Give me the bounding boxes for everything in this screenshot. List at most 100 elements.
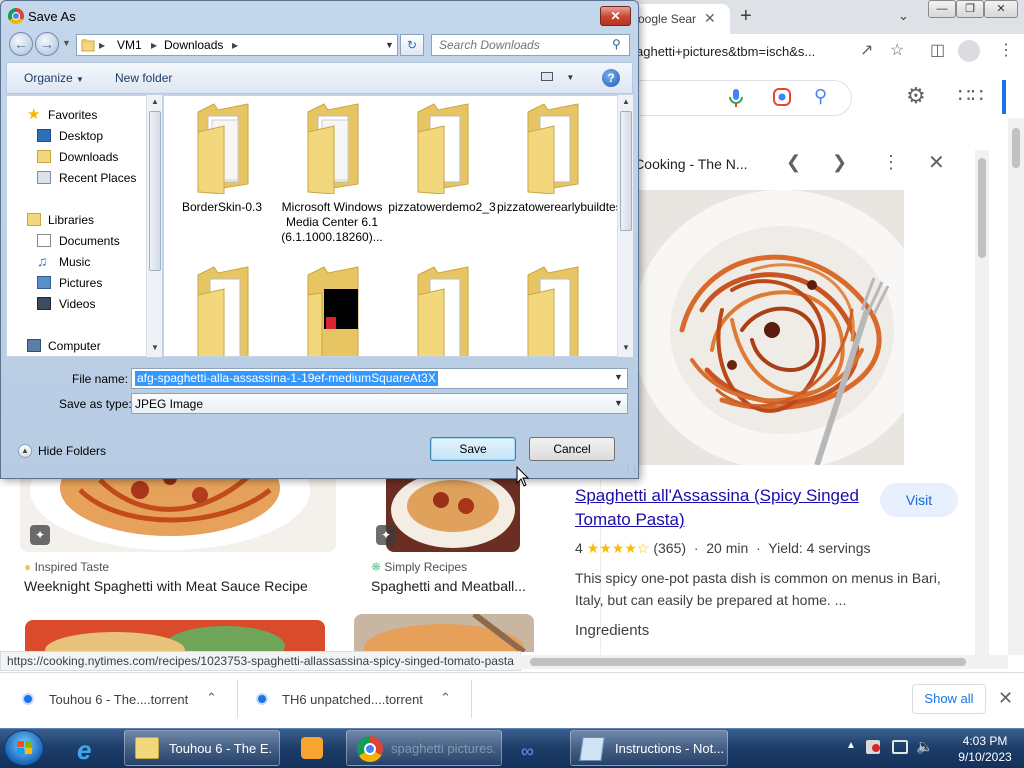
search-input[interactable] <box>432 35 607 55</box>
side-panel-icon[interactable]: ◫ <box>930 40 945 60</box>
nav-pane-scrollbar[interactable]: ▲ ▼ <box>146 95 162 357</box>
horizontal-scrollbar[interactable] <box>520 655 1008 669</box>
file-name-selected-text[interactable]: afg-spaghetti-alla-assassina-1-19ef-medi… <box>135 371 438 386</box>
scroll-up-icon[interactable]: ▲ <box>151 97 159 106</box>
breadcrumb-downloads[interactable]: Downloads <box>164 38 223 52</box>
search-downloads-field[interactable]: ⚲ <box>431 34 630 56</box>
nav-computer[interactable]: Computer <box>7 337 147 355</box>
dialog-close-button[interactable]: ✕ <box>600 6 631 26</box>
network-icon[interactable] <box>892 740 908 754</box>
share-icon[interactable]: ↗ <box>860 40 873 60</box>
nav-recent-places[interactable]: Recent Places <box>7 169 147 187</box>
taskbar-app[interactable]: ∞ <box>508 730 564 766</box>
result-caption[interactable]: Weeknight Spaghetti with Meat Sauce Reci… <box>24 578 308 594</box>
help-icon[interactable]: ? <box>602 69 620 87</box>
search-icon[interactable]: ⚲ <box>612 37 621 51</box>
address-breadcrumb[interactable]: ▸ VM1 ▸ Downloads ▸ ▼ <box>76 34 398 56</box>
save-as-type-select[interactable]: JPEG Image ▼ <box>131 393 628 414</box>
pasta-preview-image[interactable] <box>612 190 904 465</box>
bookmark-star-icon[interactable]: ☆ <box>890 40 904 60</box>
tray-expand-icon[interactable]: ▲ <box>846 740 856 751</box>
show-all-downloads-button[interactable]: Show all <box>912 684 986 714</box>
back-arrow-icon[interactable]: ← <box>9 32 33 56</box>
organize-menu-button[interactable]: Organize ▼ <box>24 71 84 85</box>
tab-search-chevron-icon[interactable]: ⌄ <box>898 8 909 24</box>
result-thumbnail[interactable] <box>354 614 534 652</box>
window-close-button[interactable]: ✕ <box>984 0 1018 18</box>
result-title-link[interactable]: Spaghetti all'Assassina (Spicy Singed To… <box>575 484 865 532</box>
breadcrumb-separator[interactable]: ▸ <box>99 38 105 52</box>
folder-item[interactable]: pizzatowerearlybuildtest_v211 <box>497 96 632 256</box>
breadcrumb-separator[interactable]: ▸ <box>232 38 238 52</box>
clock-date[interactable]: 9/10/2023 <box>950 750 1020 764</box>
result-thumbnail[interactable] <box>386 470 520 552</box>
folder-item[interactable] <box>497 259 607 356</box>
chevron-down-icon[interactable]: ▼ <box>614 398 623 408</box>
file-list-scrollbar[interactable]: ▲ ▼ <box>617 95 633 357</box>
chevron-down-icon[interactable]: ▼ <box>614 372 623 382</box>
voice-search-icon[interactable] <box>728 88 744 111</box>
download-item-name[interactable]: Touhou 6 - The....torrent <box>49 692 188 707</box>
taskbar-chrome[interactable]: spaghetti pictures... <box>346 730 502 766</box>
panel-source-title[interactable]: T Cooking - The N... <box>622 156 748 172</box>
result-thumbnail[interactable] <box>20 470 336 552</box>
folder-item[interactable] <box>167 259 277 356</box>
scroll-down-icon[interactable]: ▼ <box>622 343 630 352</box>
profile-avatar-icon[interactable] <box>958 40 980 62</box>
maximize-button[interactable]: ❐ <box>956 0 984 18</box>
download-item-name[interactable]: TH6 unpatched....torrent <box>282 692 423 707</box>
nav-libraries[interactable]: Libraries <box>7 211 147 229</box>
forward-arrow-icon[interactable]: → <box>35 32 59 56</box>
refresh-icon[interactable]: ↻ <box>400 34 424 56</box>
nav-pictures[interactable]: Pictures <box>7 274 147 292</box>
new-tab-button[interactable]: + <box>740 5 752 28</box>
close-icon[interactable]: ✕ <box>998 688 1013 709</box>
scroll-down-icon[interactable]: ▼ <box>151 343 159 352</box>
more-options-icon[interactable]: ⋮ <box>882 152 900 173</box>
folder-item[interactable]: Microsoft Windows Media Center 6.1 (6.1.… <box>277 96 387 256</box>
breadcrumb-vm1[interactable]: VM1 <box>117 38 142 52</box>
result-caption[interactable]: Spaghetti and Meatball... <box>371 578 526 594</box>
folder-item[interactable] <box>277 259 387 356</box>
panel-scrollbar[interactable] <box>975 150 989 655</box>
resize-grip[interactable]: ⋮⋮ <box>624 465 639 474</box>
taskbar-media-player[interactable] <box>286 730 338 766</box>
nav-videos[interactable]: Videos <box>7 295 147 313</box>
chevron-right-icon[interactable]: ❯ <box>832 152 847 173</box>
new-folder-button[interactable]: New folder <box>115 71 172 85</box>
scroll-up-icon[interactable]: ▲ <box>622 97 630 106</box>
cancel-button[interactable]: Cancel <box>529 437 615 461</box>
chevron-left-icon[interactable]: ❮ <box>786 152 801 173</box>
clock-time[interactable]: 4:03 PM <box>950 734 1020 748</box>
change-view-button[interactable]: ▼ <box>541 69 577 87</box>
page-scrollbar[interactable] <box>1008 118 1024 655</box>
save-button[interactable]: Save <box>430 437 516 461</box>
action-center-icon[interactable] <box>866 740 880 754</box>
apps-grid-icon[interactable]: ∷∷ <box>958 83 983 108</box>
taskbar-explorer[interactable]: Touhou 6 - The E... <box>124 730 280 766</box>
nav-music[interactable]: ♫ Music <box>7 253 147 271</box>
nav-favorites[interactable]: ★ Favorites <box>7 106 147 124</box>
folder-item[interactable]: pizzatowerdemo2_3 <box>387 96 497 256</box>
taskbar-ie[interactable]: e <box>64 730 116 766</box>
breadcrumb-separator[interactable]: ▸ <box>151 38 157 52</box>
volume-muted-icon[interactable]: 🔈 <box>916 738 933 755</box>
history-chevron-down-icon[interactable]: ▼ <box>62 38 71 48</box>
chevron-up-icon[interactable]: ⌃ <box>440 690 451 706</box>
taskbar-notepad[interactable]: Instructions - Not... <box>570 730 728 766</box>
folder-item[interactable]: BorderSkin-0.3 <box>167 96 277 256</box>
start-button[interactable] <box>4 730 44 766</box>
nav-desktop[interactable]: Desktop <box>7 127 147 145</box>
chevron-up-icon[interactable]: ⌃ <box>206 690 217 706</box>
nav-downloads[interactable]: Downloads <box>7 148 147 166</box>
address-chevron-down-icon[interactable]: ▼ <box>385 40 394 50</box>
search-icon[interactable]: ⚲ <box>814 86 827 107</box>
menu-kebab-icon[interactable]: ⋮ <box>998 40 1014 60</box>
folder-item[interactable] <box>387 259 497 356</box>
visit-button[interactable]: Visit <box>880 483 958 517</box>
minimize-button[interactable]: — <box>928 0 956 18</box>
close-icon[interactable]: ✕ <box>928 150 945 175</box>
tab-close-icon[interactable]: ✕ <box>704 10 716 27</box>
result-thumbnail[interactable] <box>25 620 325 652</box>
file-name-field[interactable]: afg-spaghetti-alla-assassina-1-19ef-medi… <box>131 368 628 389</box>
